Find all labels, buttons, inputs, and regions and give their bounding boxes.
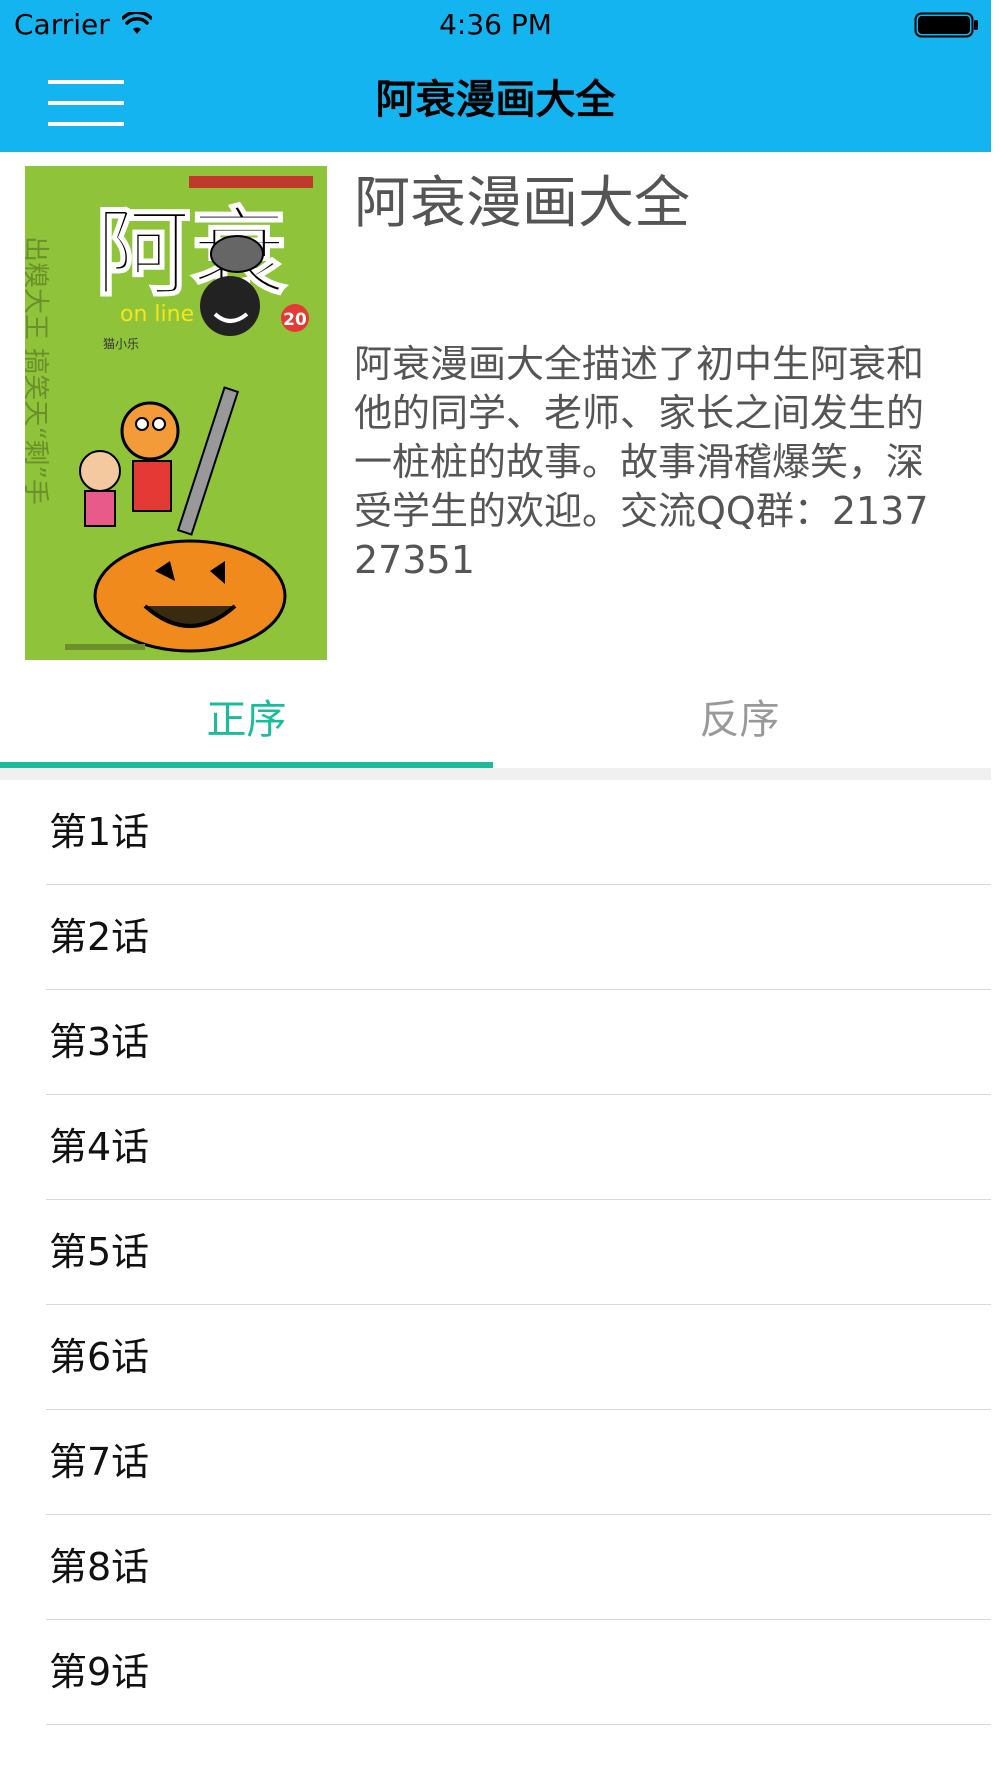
chapter-item[interactable]: 第5话 (0, 1200, 991, 1305)
chapter-item[interactable]: 第1话 (0, 780, 991, 885)
chapter-label: 第3话 (49, 1020, 150, 1064)
tab-descending[interactable]: 反序 (493, 672, 986, 768)
nav-title: 阿衰漫画大全 (375, 77, 616, 123)
cover-author-text: 猫小乐 (103, 337, 139, 351)
chapter-label: 第1话 (49, 810, 150, 854)
status-bar: Carrier 4:36 PM (0, 0, 991, 50)
comic-description: 阿衰漫画大全描述了初中生阿衰和他的同学、老师、家长之间发生的一桩桩的故事。故事滑… (354, 342, 929, 582)
cover-volume-badge: 20 (283, 310, 307, 330)
chapter-item[interactable]: 第7话 (0, 1410, 991, 1515)
comic-title: 阿衰漫画大全 (354, 171, 690, 236)
chapter-label: 第7话 (49, 1440, 150, 1484)
comic-cover-image: 出糗大王 搞笑天“剩”手 阿衰 on line 20 猫小乐 (25, 166, 327, 660)
status-time: 4:36 PM (439, 8, 552, 41)
chapter-label: 第9话 (49, 1650, 150, 1694)
navigation-bar: 阿衰漫画大全 (0, 50, 991, 152)
sort-tabs: 正序 反序 (0, 672, 991, 768)
cover-subtitle-text: on line (120, 302, 194, 327)
chapter-label: 第2话 (49, 915, 150, 959)
comic-header: 出糗大王 搞笑天“剩”手 阿衰 on line 20 猫小乐 阿衰漫画大全 阿衰… (0, 152, 991, 672)
chapter-label: 第8话 (49, 1545, 150, 1589)
chapter-label: 第5话 (49, 1230, 150, 1274)
tab-ascending[interactable]: 正序 (0, 672, 493, 768)
chapter-item[interactable]: 第2话 (0, 885, 991, 990)
chapter-list: 第1话 第2话 第3话 第4话 第5话 第6话 第7话 第8话 第9话 (0, 780, 991, 1725)
chapter-item[interactable]: 第6话 (0, 1305, 991, 1410)
chapter-item[interactable]: 第4话 (0, 1095, 991, 1200)
cover-side-text: 出糗大王 搞笑天“剩”手 (25, 236, 50, 505)
app-screen: Carrier 4:36 PM 阿衰漫画大全 出糗大王 搞笑天“剩”手 阿衰 o… (0, 0, 991, 1778)
chapter-label: 第6话 (49, 1335, 150, 1379)
chapter-item[interactable]: 第9话 (0, 1620, 991, 1725)
battery-icon (914, 12, 978, 38)
chapter-item[interactable]: 第8话 (0, 1515, 991, 1620)
section-divider (0, 768, 991, 780)
chapter-label: 第4话 (49, 1125, 150, 1169)
chapter-item[interactable]: 第3话 (0, 990, 991, 1095)
